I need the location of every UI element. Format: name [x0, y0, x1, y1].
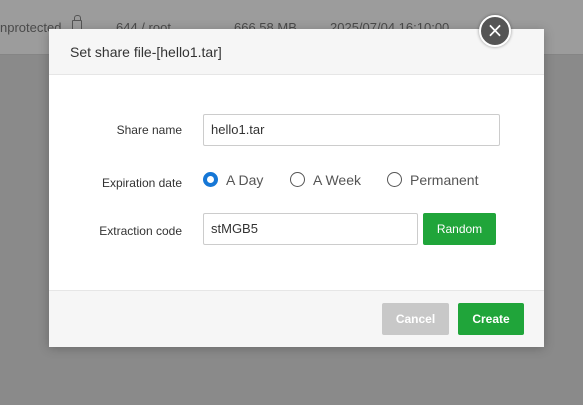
extraction-label: Extraction code: [99, 224, 182, 238]
share-name-label: Share name: [116, 123, 182, 137]
radio-permanent[interactable]: Permanent: [387, 171, 487, 193]
radio-checked-icon: [203, 172, 218, 187]
dialog-title: Set share file-[hello1.tar]: [70, 44, 222, 60]
share-name-row: Share name hello1.tar: [49, 114, 544, 146]
share-name-input[interactable]: hello1.tar: [203, 114, 500, 146]
dialog-footer: Cancel Create: [49, 290, 544, 347]
expiration-label: Expiration date: [101, 176, 182, 190]
radio-a-week[interactable]: A Week: [290, 171, 366, 193]
cancel-button[interactable]: Cancel: [382, 303, 449, 335]
random-button[interactable]: Random: [423, 213, 496, 245]
radio-a-day-label: A Day: [226, 172, 264, 188]
create-button[interactable]: Create: [458, 303, 524, 335]
radio-unchecked-icon: [387, 172, 402, 187]
expiration-row: Expiration date A Day A Week Permanent: [49, 167, 544, 199]
extraction-row: Extraction code stMGB5 Random: [49, 213, 544, 245]
radio-unchecked-icon: [290, 172, 305, 187]
radio-a-day[interactable]: A Day: [203, 171, 273, 193]
share-file-dialog: Set share file-[hello1.tar] Share name h…: [49, 29, 544, 347]
radio-a-week-label: A Week: [313, 172, 361, 188]
close-icon[interactable]: ×: [479, 15, 511, 47]
extraction-code-input[interactable]: stMGB5: [203, 213, 418, 245]
radio-permanent-label: Permanent: [410, 172, 479, 188]
dialog-header: Set share file-[hello1.tar]: [49, 29, 544, 75]
